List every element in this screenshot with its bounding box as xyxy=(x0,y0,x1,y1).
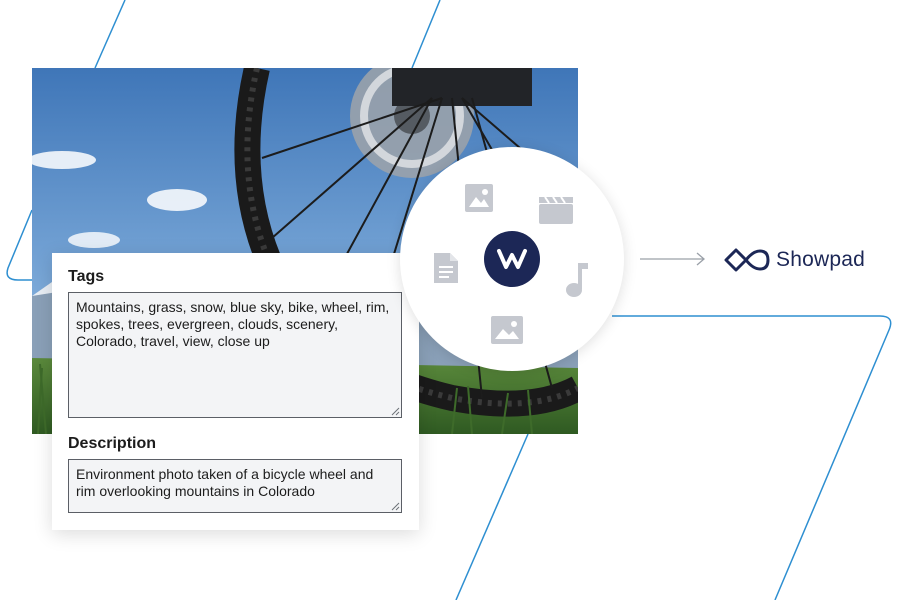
resize-grip-icon[interactable] xyxy=(391,407,400,416)
image-icon xyxy=(491,316,523,344)
video-clapperboard-icon xyxy=(539,196,573,224)
description-text: Environment photo taken of a bicycle whe… xyxy=(76,466,374,499)
description-label: Description xyxy=(68,435,157,452)
content-hub-circle xyxy=(400,147,624,371)
resize-grip-icon[interactable] xyxy=(391,502,400,511)
image-icon xyxy=(465,184,493,212)
brand-name: Showpad xyxy=(776,248,865,271)
tags-text: Mountains, grass, snow, blue sky, bike, … xyxy=(76,299,390,349)
arrow-right-icon xyxy=(640,252,705,266)
tags-label: Tags xyxy=(68,268,105,285)
description-textarea[interactable]: Environment photo taken of a bicycle whe… xyxy=(68,459,402,513)
document-icon xyxy=(434,253,458,283)
showpad-brand: Showpad xyxy=(724,244,865,276)
showpad-logo-icon xyxy=(724,248,770,272)
music-note-icon xyxy=(566,263,588,297)
metadata-card: Tags Mountains, grass, snow, blue sky, b… xyxy=(52,253,419,530)
tags-textarea[interactable]: Mountains, grass, snow, blue sky, bike, … xyxy=(68,292,402,418)
w-logo-icon xyxy=(484,231,540,287)
